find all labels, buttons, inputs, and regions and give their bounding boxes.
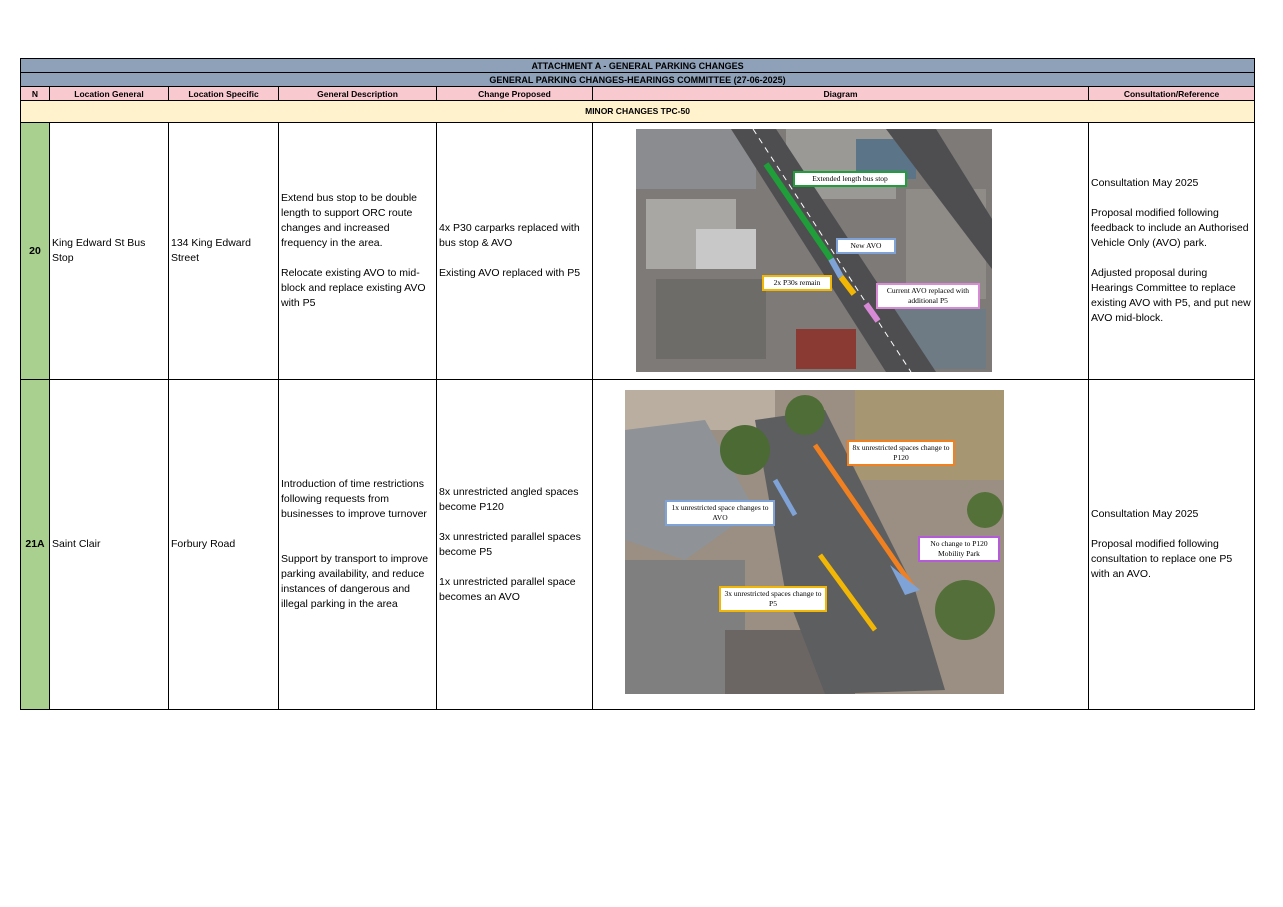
change-proposed: 8x unrestricted angled spaces become P12… [436,379,593,710]
label-new-avo: New AVO [836,238,896,254]
aerial-map-saint-clair: 8x unrestricted spaces change to P120 1x… [625,390,1004,694]
location-specific: Forbury Road [168,379,279,710]
change-proposed: 4x P30 carparks replaced with bus stop &… [436,122,593,380]
label-p5-spaces: 3x unrestricted spaces change to P5 [719,586,827,612]
label-avo-space: 1x unrestricted space changes to AVO [665,500,775,526]
consultation-reference: Consultation May 2025 Proposal modified … [1087,122,1256,380]
diagram-cell: 8x unrestricted spaces change to P120 1x… [592,379,1089,710]
section-heading: MINOR CHANGES TPC-50 [19,100,1256,123]
parking-changes-table: ATTACHMENT A - GENERAL PARKING CHANGES G… [19,58,1256,710]
label-p30s-remain: 2x P30s remain [762,275,832,291]
header-consultation: Consultation/Reference [1087,86,1256,101]
general-description: Introduction of time restrictions follow… [278,379,437,710]
table-row: 20 King Edward St Bus Stop 134 King Edwa… [20,122,1256,380]
header-diagram: Diagram [592,86,1089,101]
label-extended-bus-stop: Extended length bus stop [793,171,907,187]
header-change-proposed: Change Proposed [436,86,593,101]
diagram-cell: Extended length bus stop New AVO 2x P30s… [592,122,1089,380]
attachment-title: ATTACHMENT A - GENERAL PARKING CHANGES [19,58,1256,73]
committee-subtitle: GENERAL PARKING CHANGES-HEARINGS COMMITT… [19,72,1256,87]
aerial-map-king-edward: Extended length bus stop New AVO 2x P30s… [636,129,992,372]
row-number: 21A [20,379,50,710]
consultation-reference: Consultation May 2025 Proposal modified … [1087,379,1256,710]
general-description: Extend bus stop to be double length to s… [278,122,437,380]
location-general: King Edward St Bus Stop [49,122,169,380]
table-row: 21A Saint Clair Forbury Road Introductio… [20,379,1256,710]
location-specific: 134 King Edward Street [168,122,279,380]
label-mobility-park: No change to P120 Mobility Park [918,536,1000,562]
label-current-avo-replaced: Current AVO replaced with additional P5 [876,283,980,309]
column-header-row: N Location General Location Specific Gen… [20,86,1256,101]
label-p120-spaces: 8x unrestricted spaces change to P120 [847,440,955,466]
header-location-specific: Location Specific [168,86,279,101]
header-location-general: Location General [49,86,169,101]
row-number: 20 [20,122,50,380]
location-general: Saint Clair [49,379,169,710]
header-general-description: General Description [278,86,437,101]
header-n: N [20,86,50,101]
